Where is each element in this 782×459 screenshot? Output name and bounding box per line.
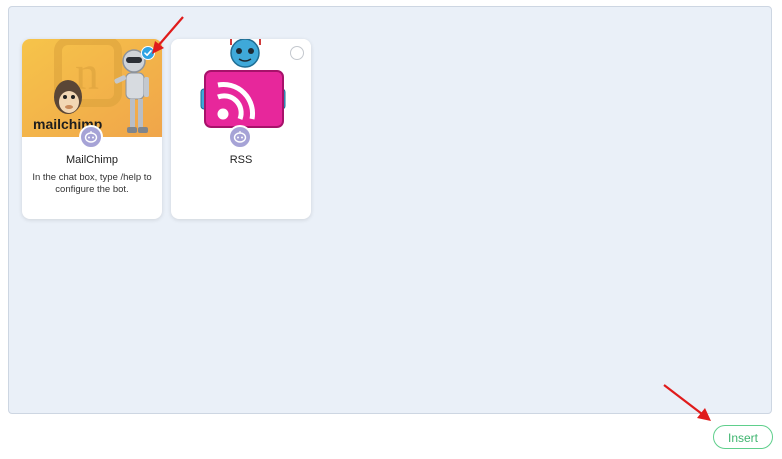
bot-name: MailChimp <box>66 154 118 166</box>
unselected-radio[interactable] <box>290 46 304 60</box>
bot-avatar-badge <box>228 125 252 149</box>
annotation-arrow-icon <box>663 384 711 421</box>
robot-face-icon <box>84 131 98 143</box>
bot-avatar-badge <box>79 125 103 149</box>
bot-name: RSS <box>229 154 253 166</box>
bot-card-mailchimp[interactable]: n mailchimp MailChimp In the chat box, t… <box>22 39 162 219</box>
bot-description: In the chat box, type /help to configure… <box>32 172 152 195</box>
bot-picker-panel: n mailchimp MailChimp In the chat box, t… <box>8 6 772 414</box>
insert-button[interactable]: Insert <box>713 425 773 449</box>
bot-card-rss[interactable]: RSS <box>171 39 311 219</box>
robot-face-icon <box>233 131 247 143</box>
annotation-arrow-icon <box>152 16 184 54</box>
